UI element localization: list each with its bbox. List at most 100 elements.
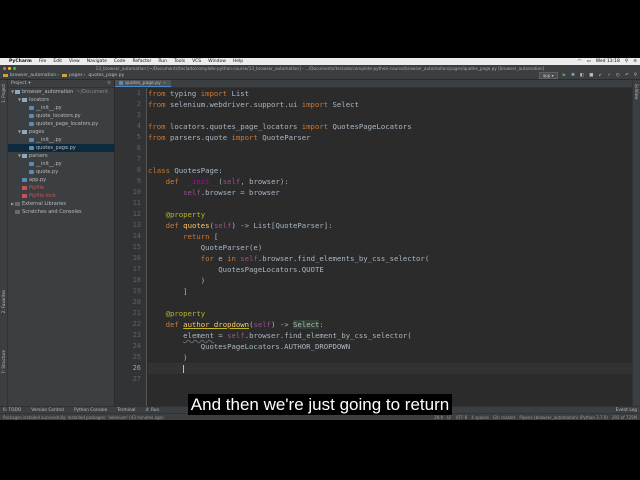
pipfile-icon [22, 194, 27, 198]
tree-item[interactable]: Scratches and Consoles [8, 208, 114, 216]
line-separator[interactable]: LF [447, 415, 452, 420]
run-icon[interactable]: ▶ [563, 73, 566, 78]
menubar-status-area: ◠ ▭ Wed 13:18 ⚲ ≡ [578, 59, 638, 64]
line-number: 2 [136, 100, 141, 108]
wifi-icon[interactable]: ◠ [578, 59, 582, 64]
tree-item[interactable]: ▼ locators [8, 96, 114, 104]
tree-item[interactable]: __init__.py [8, 160, 114, 168]
tree-item-label: parsers [29, 153, 48, 159]
code-line: element = self.browser.find_element_by_c… [183, 331, 412, 340]
video-caption: And then we're just going to return [0, 394, 640, 415]
menu-refactor[interactable]: Refactor [132, 59, 151, 64]
tree-item-label: pages [29, 129, 45, 135]
python-interpreter[interactable]: Pipenv (browser_automation) (Python 3.7.… [519, 415, 607, 420]
folder-icon [22, 130, 27, 134]
editor-tab-quotes-page[interactable]: quotes_page.py × [115, 80, 171, 87]
menu-run[interactable]: Run [158, 59, 167, 64]
folder-icon [22, 154, 27, 158]
current-code-line [148, 363, 632, 374]
library-icon [15, 202, 20, 206]
project-tool-tab[interactable]: 1: Project [1, 84, 6, 103]
line-number: 15 [132, 243, 141, 251]
project-view-select[interactable]: Project [11, 81, 26, 86]
code-editor[interactable]: from typing import List from selenium.we… [148, 88, 632, 406]
line-number: 23 [132, 331, 141, 339]
minimize-window-button[interactable] [8, 67, 11, 70]
python-file-icon [29, 162, 34, 166]
search-icon[interactable]: ⚲ [625, 59, 628, 64]
python-file-icon [22, 178, 27, 182]
menu-list-icon[interactable]: ≡ [633, 59, 637, 64]
line-number: 3 [136, 111, 141, 119]
menu-file[interactable]: File [39, 59, 47, 64]
line-number: 7 [136, 155, 141, 163]
chevron-down-icon[interactable]: ▾ [28, 81, 30, 86]
coverage-icon[interactable]: ◧ [580, 73, 584, 78]
vcs-update-icon[interactable]: ↙ [598, 73, 602, 78]
menu-help[interactable]: Help [233, 59, 243, 64]
tree-item-path: ~/Document [76, 89, 109, 95]
breadcrumb-label: quotes_page.py [88, 73, 125, 78]
code-line: @property [165, 210, 206, 219]
line-number: 20 [132, 298, 141, 306]
menu-code[interactable]: Code [114, 59, 126, 64]
tree-item[interactable]: app.py [8, 176, 114, 184]
run-config-label: app [542, 73, 551, 78]
zoom-window-button[interactable] [13, 67, 16, 70]
debug-icon[interactable]: ✱ [571, 73, 575, 78]
indent-setting[interactable]: 4 spaces [471, 415, 489, 420]
menu-edit[interactable]: Edit [53, 59, 62, 64]
left-tool-strip: 1: Project 2: Favorites 7: Structure [0, 80, 8, 406]
project-tree: ▼ browser_automation ~/Document ▼ locators __… [8, 88, 114, 216]
tree-item[interactable]: __init__.py [8, 104, 114, 112]
search-everywhere-icon[interactable]: ⚲ [634, 73, 637, 78]
menu-navigate[interactable]: Navigate [87, 59, 107, 64]
tree-item[interactable]: __init__.py [8, 136, 114, 144]
tree-item[interactable]: Pipfile.lock [8, 192, 114, 200]
line-number: 10 [132, 188, 141, 196]
sciview-tool-tab[interactable]: SciView [634, 84, 639, 99]
menu-vcs[interactable]: VCS [192, 59, 201, 64]
memory-indicator[interactable]: 292 of 725M [612, 415, 637, 420]
tree-item[interactable]: quote_locators.py [8, 112, 114, 120]
structure-tool-tab[interactable]: 7: Structure [1, 350, 6, 374]
menu-view[interactable]: View [69, 59, 80, 64]
tree-item[interactable]: Pipfile [8, 184, 114, 192]
vcs-commit-icon[interactable]: ✓ [607, 73, 611, 78]
tree-item-label: browser_automation [22, 89, 74, 95]
breadcrumb-pages[interactable]: pages › [61, 73, 85, 78]
tree-item[interactable]: ▼ parsers [8, 152, 114, 160]
breadcrumb-file[interactable]: quotes_page.py [88, 73, 124, 78]
pipfile-icon [22, 186, 27, 190]
tree-item[interactable]: quotes_page.py [8, 144, 114, 152]
code-line: return [ [183, 232, 219, 241]
git-branch[interactable]: Git: master [493, 415, 516, 420]
revert-icon[interactable]: ↶ [625, 73, 629, 78]
close-icon[interactable]: × [163, 81, 167, 86]
menu-window[interactable]: Window [208, 59, 226, 64]
caret-position[interactable]: 26:9 [434, 415, 443, 420]
history-icon[interactable]: ◴ [616, 73, 620, 78]
favorites-tool-tab[interactable]: 2: Favorites [1, 290, 6, 313]
clock[interactable]: Wed 13:18 [596, 59, 620, 64]
line-number: 16 [132, 254, 141, 262]
status-message[interactable]: Packages installed successfully: Install… [3, 415, 164, 420]
tree-item[interactable]: quotes_page_locators.py [8, 120, 114, 128]
tree-item[interactable]: ▼ browser_automation ~/Document [8, 88, 114, 96]
gear-icon[interactable]: ⚙ [107, 81, 111, 86]
tree-item[interactable]: ▼ pages [8, 128, 114, 136]
stop-icon[interactable]: ■ [589, 73, 593, 78]
battery-icon[interactable]: ▭ [586, 59, 590, 64]
breadcrumb-project[interactable]: browser_automation › [3, 73, 59, 78]
run-config-select[interactable]: app ▾ [538, 72, 558, 79]
file-encoding[interactable]: UTF-8 [456, 415, 468, 420]
python-file-icon [119, 81, 123, 85]
tree-item[interactable]: ▶ External Libraries [8, 200, 114, 208]
tree-item-label: locators [29, 97, 49, 103]
close-window-button[interactable] [3, 67, 6, 70]
code-line: QuotesPageLocators.AUTHOR_DROPDOWN [148, 342, 351, 351]
menu-app-name[interactable]: PyCharm [9, 59, 32, 64]
menu-tools[interactable]: Tools [174, 59, 185, 64]
tree-item[interactable]: quote.py [8, 168, 114, 176]
